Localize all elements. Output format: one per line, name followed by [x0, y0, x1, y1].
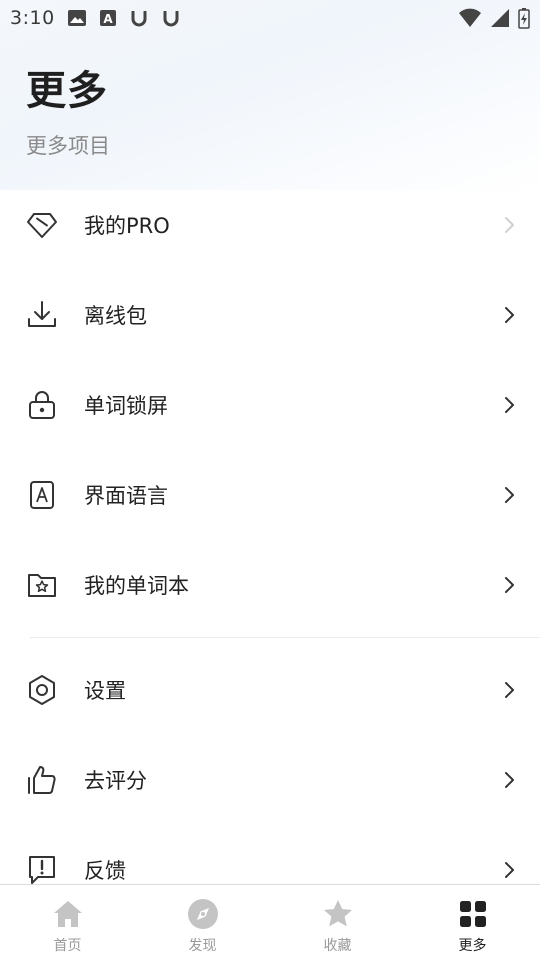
system-icons — [458, 7, 530, 29]
chevron-right-icon — [505, 862, 514, 878]
page-header: 更多 更多项目 — [26, 58, 110, 160]
bottom-tab-bar: 首页 发现 收藏 更多 — [0, 884, 540, 960]
grid-icon — [456, 897, 490, 931]
status-bar: 3:10 A — [0, 0, 540, 36]
feedback-icon — [26, 854, 58, 886]
menu-label-my-wordbook: 我的单词本 — [84, 574, 189, 598]
menu-label-interface-language: 界面语言 — [84, 484, 168, 508]
u-icon — [131, 11, 147, 27]
tab-home[interactable]: 首页 — [0, 885, 135, 960]
page-title: 更多 — [26, 68, 108, 114]
u-icon — [163, 11, 179, 27]
signal-icon — [491, 9, 509, 27]
status-time: 3:10 — [10, 7, 55, 29]
menu-item-rate[interactable]: 去评分 — [0, 735, 540, 825]
svg-text:A: A — [103, 12, 113, 26]
battery-charging-icon — [518, 8, 530, 29]
menu-label-pro: 我的PRO — [84, 214, 170, 238]
language-a-icon — [26, 479, 58, 511]
menu-item-word-lockscreen[interactable]: 单词锁屏 — [0, 360, 540, 450]
thumbs-up-icon — [26, 764, 58, 796]
tab-label-discover: 发现 — [188, 938, 217, 954]
chevron-right-icon — [505, 217, 514, 233]
page-subtitle: 更多项目 — [26, 134, 110, 158]
tab-more[interactable]: 更多 — [405, 885, 540, 960]
folder-star-icon — [26, 569, 58, 601]
a-box-icon: A — [99, 10, 116, 26]
chevron-right-icon — [505, 397, 514, 413]
home-icon — [51, 897, 85, 931]
wifi-icon — [459, 8, 481, 27]
more-menu: 我的PRO 离线包 单词锁屏 界面语言 我的单词本 设置 去评分 反馈 — [0, 180, 540, 915]
menu-label-word-lockscreen: 单词锁屏 — [84, 394, 168, 418]
compass-icon — [186, 897, 220, 931]
chevron-right-icon — [505, 682, 514, 698]
tab-label-home: 首页 — [53, 938, 82, 954]
settings-hex-icon — [26, 674, 58, 706]
chevron-right-icon — [505, 577, 514, 593]
chevron-right-icon — [505, 772, 514, 788]
menu-item-settings[interactable]: 设置 — [0, 645, 540, 735]
tab-label-more: 更多 — [458, 938, 487, 954]
chevron-right-icon — [505, 487, 514, 503]
menu-item-my-wordbook[interactable]: 我的单词本 — [0, 540, 540, 630]
menu-label-rate: 去评分 — [84, 769, 147, 793]
menu-item-pro[interactable]: 我的PRO — [0, 180, 540, 270]
notification-icons: A — [67, 8, 181, 28]
menu-label-settings: 设置 — [84, 679, 126, 703]
menu-label-offline-package: 离线包 — [84, 304, 147, 328]
tab-label-favorites: 收藏 — [323, 938, 352, 954]
menu-divider — [30, 637, 540, 638]
chevron-right-icon — [505, 307, 514, 323]
diamond-icon — [26, 209, 58, 241]
star-icon — [321, 897, 355, 931]
menu-item-offline-package[interactable]: 离线包 — [0, 270, 540, 360]
menu-item-interface-language[interactable]: 界面语言 — [0, 450, 540, 540]
lock-icon — [26, 389, 58, 421]
image-icon — [67, 10, 86, 26]
download-icon — [26, 299, 58, 331]
tab-favorites[interactable]: 收藏 — [270, 885, 405, 960]
tab-discover[interactable]: 发现 — [135, 885, 270, 960]
menu-label-feedback: 反馈 — [84, 859, 126, 883]
